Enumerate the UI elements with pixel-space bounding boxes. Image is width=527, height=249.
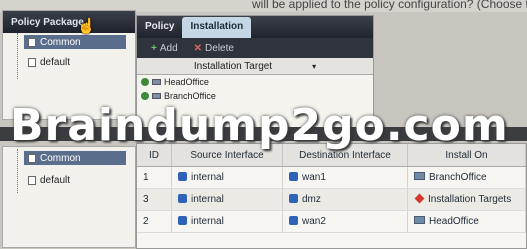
cell-install-on: Installation Targets (407, 188, 526, 211)
add-label: Add (159, 42, 178, 54)
tab-bar: Policy Installation (137, 16, 373, 38)
policy-table: ID Source Interface Destination Interfac… (137, 144, 526, 233)
warning-diamond-icon (414, 193, 425, 204)
tree-node-common[interactable]: Common (24, 35, 126, 49)
cell-destination: wan2 (282, 210, 408, 233)
source-label: internal (191, 172, 224, 183)
source-label: internal (191, 216, 224, 227)
interface-icon (178, 216, 187, 225)
destination-label: dmz (302, 194, 321, 205)
delete-label: Delete (205, 42, 234, 54)
cell-source: internal (171, 188, 283, 211)
tree-node-common[interactable]: Common (24, 151, 126, 165)
install-on-label: BranchOffice (429, 172, 487, 183)
enabled-icon (141, 78, 149, 86)
document-icon (28, 57, 36, 67)
folder-icon (28, 153, 36, 163)
destination-label: wan2 (302, 216, 326, 227)
tree-node-label: Common (40, 152, 81, 164)
destination-label: wan1 (302, 172, 326, 183)
tree-node-default[interactable]: default (24, 173, 70, 187)
target-label: HeadOffice (164, 77, 209, 87)
tree-body: Common default (17, 149, 135, 193)
policy-package-tree-lower: Common default (2, 146, 136, 248)
chevron-down-icon: ▾ (312, 61, 317, 71)
device-icon (414, 172, 425, 180)
add-button[interactable]: + Add (151, 43, 178, 54)
target-row[interactable]: HeadOffice (137, 75, 373, 89)
tree-node-label: default (40, 174, 71, 186)
mouse-cursor-icon: ☝ (77, 18, 96, 35)
tree-node-label: Common (40, 36, 81, 48)
interface-icon (289, 172, 298, 181)
tree-node-label: default (40, 56, 71, 68)
cell-source: internal (171, 166, 283, 189)
cell-source: internal (171, 210, 283, 233)
tab-installation[interactable]: Installation (182, 17, 252, 38)
table-row[interactable]: 3 internal dmz Installation Targets (137, 188, 526, 211)
interface-icon (178, 172, 187, 181)
document-icon (28, 175, 36, 185)
interface-icon (289, 216, 298, 225)
interface-icon (289, 194, 298, 203)
device-icon (414, 216, 425, 224)
question-caption: will be applied to the policy configurat… (252, 0, 527, 11)
installation-target-header[interactable]: Installation Target ▾ (137, 58, 373, 75)
cell-id: 1 (137, 166, 172, 189)
table-row[interactable]: 2 internal wan2 HeadOffice (137, 210, 526, 233)
source-label: internal (191, 194, 224, 205)
watermark: Braindump2go.com (10, 100, 509, 151)
install-on-label: Installation Targets (428, 194, 512, 205)
tree-body: Common default (17, 33, 135, 79)
cell-destination: dmz (282, 188, 408, 211)
plus-icon: + (151, 42, 157, 54)
folder-icon (28, 37, 36, 47)
cell-id: 3 (137, 188, 172, 211)
enabled-icon (141, 92, 149, 100)
cell-install-on: BranchOffice (407, 166, 526, 189)
install-on-label: HeadOffice (429, 216, 479, 227)
tree-header: Policy Package (3, 11, 135, 33)
device-icon (152, 93, 161, 99)
toolbar: + Add ✕ Delete (137, 38, 373, 58)
delete-button[interactable]: ✕ Delete (194, 43, 234, 54)
cell-destination: wan1 (282, 166, 408, 189)
tab-policy[interactable]: Policy (137, 17, 182, 38)
policy-table-panel: ID Source Interface Destination Interfac… (136, 143, 527, 249)
delete-icon: ✕ (193, 42, 203, 54)
table-row[interactable]: 1 internal wan1 BranchOffice (137, 166, 526, 189)
tree-node-default[interactable]: default (24, 55, 70, 69)
column-label: Installation Target (193, 60, 273, 72)
interface-icon (178, 194, 187, 203)
cell-id: 2 (137, 210, 172, 233)
device-icon (152, 79, 161, 85)
cell-install-on: HeadOffice (407, 210, 526, 233)
